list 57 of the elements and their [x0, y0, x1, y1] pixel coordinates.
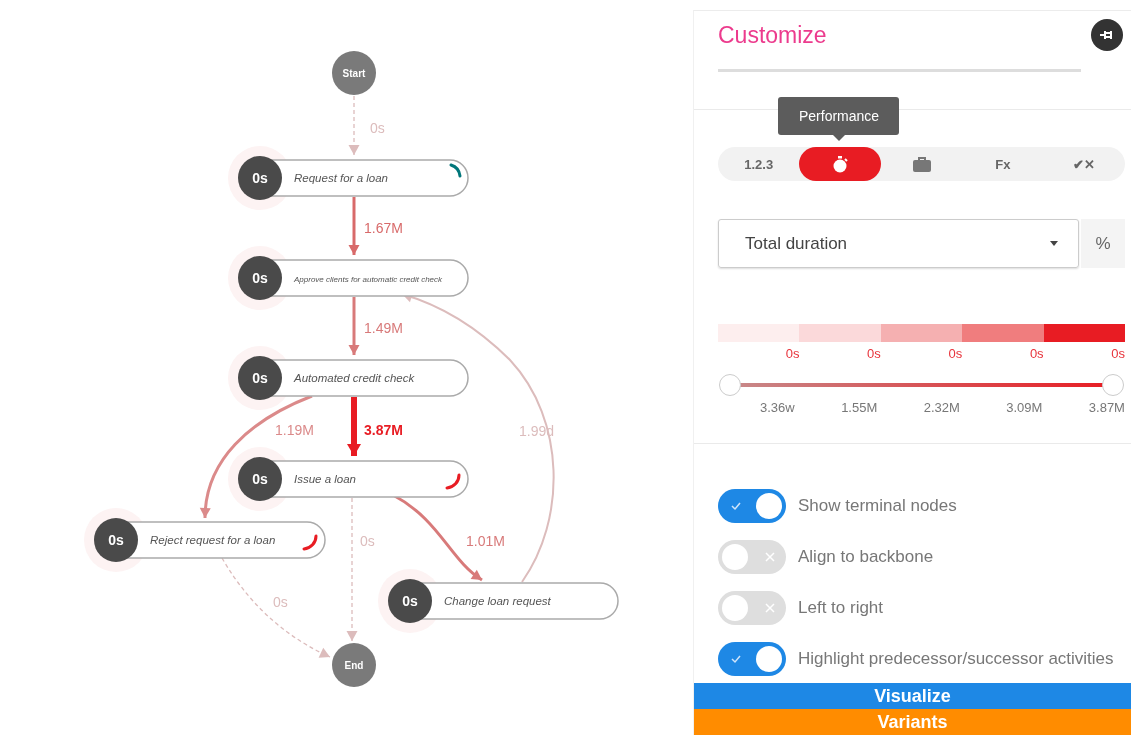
toggle-label: Show terminal nodes — [798, 496, 957, 516]
edge-label: 1.01M — [466, 533, 505, 549]
edge-label: 1.19M — [275, 422, 314, 438]
panel-title: Customize — [718, 21, 827, 49]
slider-handle[interactable] — [719, 374, 741, 396]
view-tab[interactable] — [799, 147, 881, 181]
tick-label: 3.87M — [1088, 400, 1125, 415]
edge-label: 0s — [370, 120, 385, 136]
view-tab[interactable]: 1.2.3 — [718, 147, 800, 181]
toggle-switch[interactable] — [718, 489, 786, 523]
duration-badge: 0s — [238, 356, 282, 400]
toggle-label: Left to right — [798, 598, 884, 618]
edge-label: 1.67M — [364, 220, 403, 236]
duration-badge: 0s — [238, 256, 282, 300]
metric-dropdown[interactable]: Total duration — [718, 219, 1079, 268]
tick-label: 2.32M — [923, 400, 960, 415]
tooltip-pointer — [833, 135, 845, 141]
duration-badge: 0s — [94, 518, 138, 562]
tick-label: 3.09M — [1006, 400, 1043, 415]
terminal-node[interactable]: End — [332, 643, 376, 687]
toggle-switch[interactable] — [718, 642, 786, 676]
edge-label: 0s — [273, 594, 288, 610]
view-tab[interactable]: ✔✕ — [1043, 147, 1126, 181]
percent-button[interactable]: % — [1081, 219, 1125, 268]
toggle-switch[interactable] — [718, 540, 786, 574]
terminal-node[interactable]: Start — [332, 51, 376, 95]
legend-label: 0s — [1029, 346, 1044, 361]
duration-badge: 0s — [388, 579, 432, 623]
slider-handle[interactable] — [1102, 374, 1124, 396]
activity-label: Reject request for a loan — [150, 534, 276, 546]
edge-label: 1.49M — [364, 320, 403, 336]
activity-label: Automated credit check — [294, 372, 415, 384]
edge-label: 3.87M — [364, 422, 403, 438]
duration-badge: 0s — [238, 156, 282, 200]
legend-label: 0s — [1111, 346, 1126, 361]
edge-label: 0s — [360, 533, 375, 549]
view-tab[interactable]: Fx — [962, 147, 1044, 181]
tick-label: 3.36w — [760, 400, 795, 415]
dropdown-value: Total duration — [745, 233, 848, 254]
stopwatch-icon — [832, 155, 849, 173]
duration-badge: 0s — [238, 457, 282, 501]
pin-button[interactable] — [1091, 19, 1123, 51]
activity-label: Issue a loan — [294, 473, 356, 485]
legend-label: 0s — [867, 346, 881, 361]
activity-label: Approve clients for automatic credit check — [294, 275, 443, 284]
toggle-label: Align to backbone — [798, 547, 934, 567]
caret-icon — [1050, 241, 1058, 246]
briefcase-icon — [912, 156, 931, 172]
toggle-switch[interactable] — [718, 591, 786, 625]
legend-label: 0s — [785, 346, 800, 361]
toggle-label: Highlight predecessor/successor activities — [798, 649, 1114, 669]
activity-label: Request for a loan — [294, 172, 388, 184]
pin-icon — [1100, 30, 1114, 40]
activity-label: Change loan request — [444, 595, 551, 607]
visualize-button[interactable]: Visualize — [694, 683, 1131, 709]
tick-label: 1.55M — [841, 400, 878, 415]
legend-label: 0s — [948, 346, 963, 361]
